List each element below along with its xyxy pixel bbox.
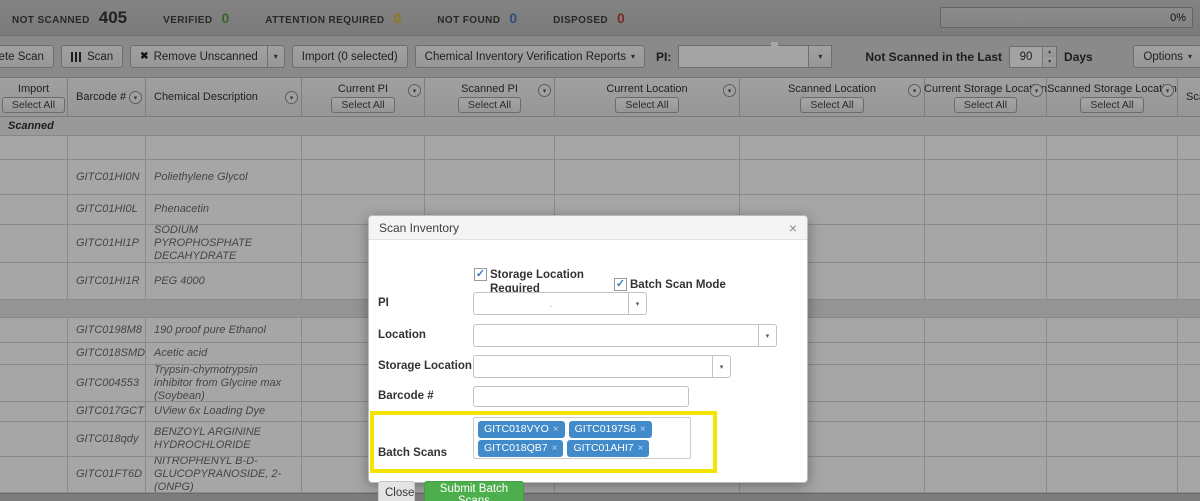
batch-scan-mode-checkbox[interactable]: ✓ Batch Scan Mode xyxy=(614,278,726,292)
batch-scan-chip-value: GITC018QB7 xyxy=(484,442,548,454)
chip-remove-icon[interactable]: × xyxy=(638,443,644,454)
chip-remove-icon[interactable]: × xyxy=(552,443,558,454)
pi-select[interactable]: . ▾ xyxy=(473,292,647,315)
scan-inventory-modal: Scan Inventory × ✓ Storage Location Requ… xyxy=(368,215,808,483)
batch-scans-label: Batch Scans xyxy=(378,447,447,459)
location-select-caret[interactable]: ▾ xyxy=(759,324,777,347)
location-label: Location xyxy=(378,329,426,341)
chip-remove-icon[interactable]: × xyxy=(553,424,559,435)
batch-scan-chip-value: GITC01AHI7 xyxy=(573,442,633,454)
batch-scan-chip: GITC018VYO × xyxy=(478,421,565,438)
location-select-value[interactable] xyxy=(473,324,759,347)
storage-location-select-value[interactable] xyxy=(473,355,713,378)
batch-scans-chip-container[interactable]: GITC018VYO×GITC0197S6×GITC018QB7×GITC01A… xyxy=(473,417,691,459)
submit-batch-scans-button[interactable]: Submit Batch Scans xyxy=(424,481,524,501)
batch-scan-chip: GITC018QB7 × xyxy=(478,440,563,457)
batch-scan-mode-label: Batch Scan Mode xyxy=(630,278,726,292)
batch-scan-chip: GITC01AHI7 × xyxy=(567,440,649,457)
pi-label: PI xyxy=(378,297,389,309)
storage-location-select[interactable]: ▾ xyxy=(473,355,731,378)
batch-scan-chip-value: GITC018VYO xyxy=(484,423,549,435)
modal-header: Scan Inventory × xyxy=(369,216,807,240)
pi-select-caret[interactable]: ▾ xyxy=(629,292,647,315)
checkbox-checked-icon: ✓ xyxy=(474,268,487,281)
modal-title: Scan Inventory xyxy=(379,221,459,235)
checkbox-checked-icon: ✓ xyxy=(614,278,627,291)
close-icon[interactable]: × xyxy=(789,221,797,235)
close-button[interactable]: Close xyxy=(378,481,415,501)
pi-select-value[interactable]: . xyxy=(473,292,629,315)
barcode-label: Barcode # xyxy=(378,390,434,402)
batch-scan-chip: GITC0197S6 × xyxy=(569,421,652,438)
barcode-input[interactable] xyxy=(473,386,689,407)
storage-location-select-caret[interactable]: ▾ xyxy=(713,355,731,378)
chip-remove-icon[interactable]: × xyxy=(640,424,646,435)
storage-location-label: Storage Location xyxy=(378,360,472,372)
batch-scan-chip-value: GITC0197S6 xyxy=(575,423,636,435)
chemical-inventory-scan-screen: NOT SCANNED405VERIFIED0ATTENTION REQUIRE… xyxy=(0,0,1200,501)
modal-body: ✓ Storage Location Required ✓ Batch Scan… xyxy=(369,240,807,483)
location-select[interactable]: ▾ xyxy=(473,324,777,347)
